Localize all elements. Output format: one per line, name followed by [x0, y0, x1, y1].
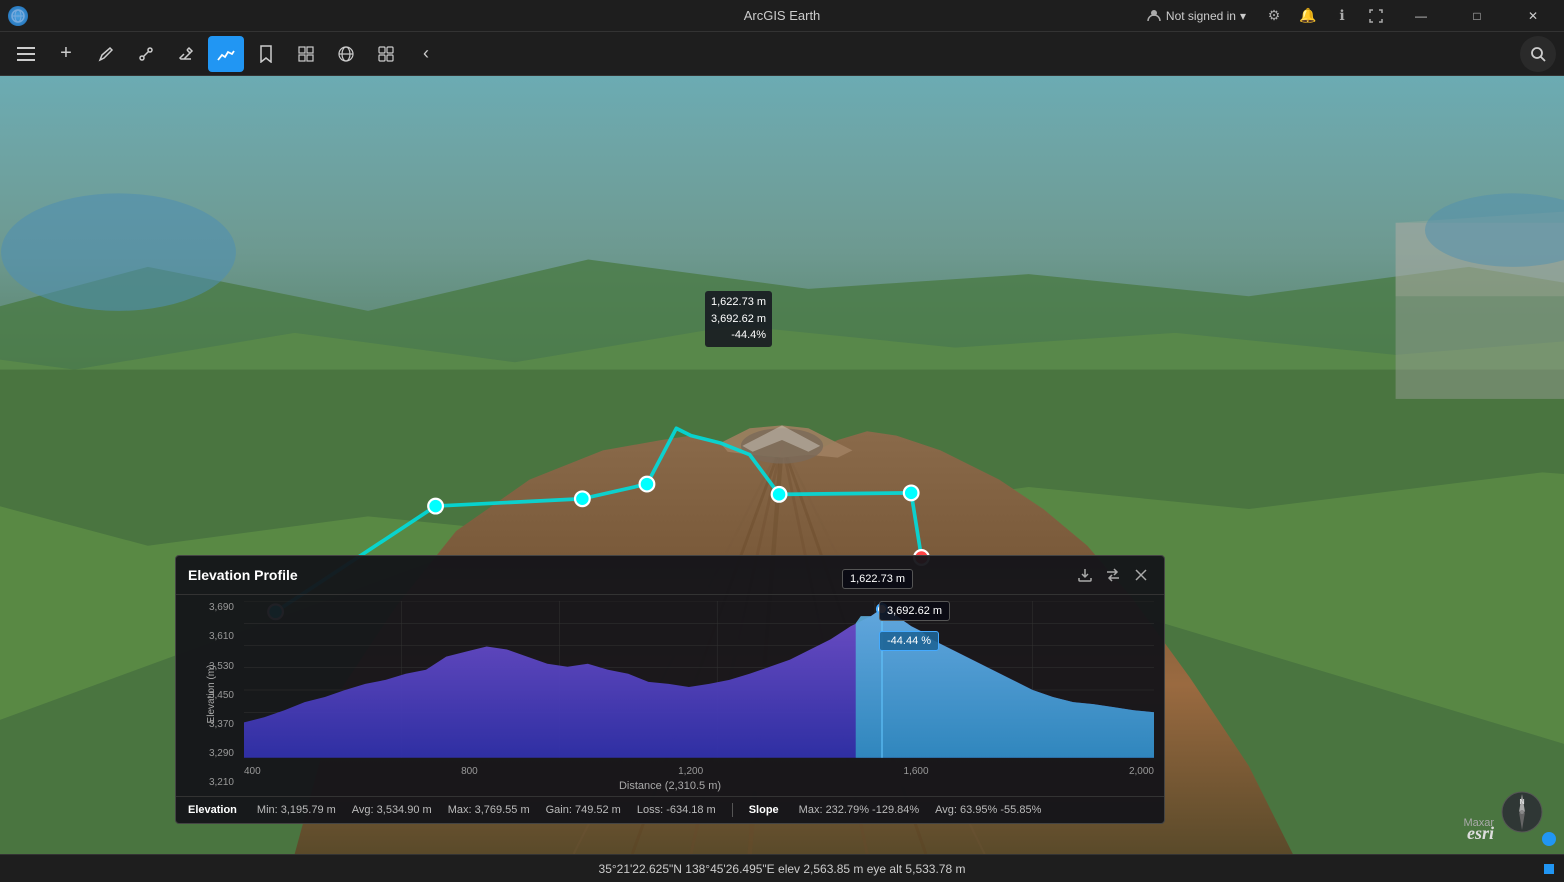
y-label-3: 3,450	[209, 691, 234, 701]
titlebar: ArcGIS Earth Not signed in ▾ ⚙ 🔔 ℹ — □ ✕	[0, 0, 1564, 32]
titlebar-right: Not signed in ▾ ⚙ 🔔 ℹ — □ ✕	[1140, 0, 1556, 32]
chart-tooltip-distance: 1,622.73 m	[842, 569, 913, 589]
status-globe-icon	[1544, 864, 1554, 874]
statusbar: 35°21'22.625"N 138°45'26.495"E elev 2,56…	[0, 854, 1564, 882]
not-signed-in-button[interactable]: Not signed in ▾	[1140, 6, 1252, 26]
y-label-2: 3,530	[209, 662, 234, 672]
maximize-button[interactable]: □	[1454, 0, 1500, 32]
fullscreen-icon[interactable]	[1364, 4, 1388, 28]
compass-rose[interactable]: N	[1500, 790, 1544, 834]
app-icon	[8, 6, 28, 26]
y-label-0: 3,690	[209, 603, 234, 613]
titlebar-left	[8, 6, 28, 26]
menu-button[interactable]	[8, 36, 44, 72]
grid-button[interactable]	[368, 36, 404, 72]
dropdown-arrow: ▾	[1240, 9, 1246, 23]
x-axis-title: Distance (2,310.5 m)	[186, 780, 1154, 792]
export-button[interactable]	[1074, 564, 1096, 586]
slope-avg: Avg: 63.95% -55.85%	[935, 804, 1041, 816]
elevation-panel-header: Elevation Profile	[176, 556, 1164, 595]
app-title: ArcGIS Earth	[744, 8, 821, 23]
notifications-icon[interactable]: 🔔	[1296, 4, 1320, 28]
esri-logo: esri	[1467, 823, 1494, 844]
y-label-6: 3,210	[209, 778, 234, 788]
y-label-4: 3,370	[209, 720, 234, 730]
bookmark-button[interactable]	[248, 36, 284, 72]
y-label-5: 3,290	[209, 749, 234, 759]
x-label-2000: 2,000	[1129, 766, 1154, 777]
elevation-profile-button[interactable]	[208, 36, 244, 72]
map-view[interactable]: 1,622.73 m 3,692.62 m -44.4% N Maxar esr…	[0, 76, 1564, 854]
elevation-loss: Loss: -634.18 m	[637, 804, 716, 816]
x-label-400: 400	[244, 766, 261, 777]
slope-stats-label: Slope	[749, 804, 779, 816]
minimize-button[interactable]: —	[1398, 0, 1444, 32]
close-button[interactable]: ✕	[1510, 0, 1556, 32]
elevation-gain: Gain: 749.52 m	[546, 804, 621, 816]
x-label-1600: 1,600	[904, 766, 929, 777]
settings-icon[interactable]: ⚙	[1262, 4, 1286, 28]
svg-text:N: N	[1519, 799, 1524, 806]
elevation-stats-label: Elevation	[188, 804, 237, 816]
slope-max: Max: 232.79% -129.84%	[799, 804, 919, 816]
draw-button[interactable]	[88, 36, 124, 72]
x-label-1200: 1,200	[678, 766, 703, 777]
not-signed-in-label: Not signed in	[1166, 9, 1236, 23]
chart-tooltip-slope: -44.44 %	[879, 631, 939, 651]
y-label-1: 3,610	[209, 632, 234, 642]
toolbar: + ‹	[0, 32, 1564, 76]
view-button[interactable]	[288, 36, 324, 72]
elevation-stats: Elevation Min: 3,195.79 m Avg: 3,534.90 …	[176, 796, 1164, 823]
elevation-min: Min: 3,195.79 m	[257, 804, 336, 816]
x-label-800: 800	[461, 766, 478, 777]
search-button[interactable]	[1520, 36, 1556, 72]
coordinates-display: 35°21'22.625"N 138°45'26.495"E elev 2,56…	[599, 862, 966, 876]
globe-indicator	[1542, 832, 1556, 846]
globe-view-button[interactable]	[328, 36, 364, 72]
swap-button[interactable]	[1102, 564, 1124, 586]
elevation-panel-title: Elevation Profile	[188, 567, 298, 583]
elevation-profile-panel: Elevation Profile Elevation (m) 3,690	[175, 555, 1165, 824]
chart-tooltip-elevation: 3,692.62 m	[879, 601, 950, 621]
measure-button[interactable]	[128, 36, 164, 72]
collapse-toolbar-button[interactable]: ‹	[408, 36, 444, 72]
info-icon[interactable]: ℹ	[1330, 4, 1354, 28]
erase-button[interactable]	[168, 36, 204, 72]
add-button[interactable]: +	[48, 36, 84, 72]
elevation-max: Max: 3,769.55 m	[448, 804, 530, 816]
stats-separator	[732, 803, 733, 817]
elevation-chart	[244, 601, 1154, 758]
elevation-avg: Avg: 3,534.90 m	[352, 804, 432, 816]
close-elevation-button[interactable]	[1130, 564, 1152, 586]
x-axis-labels: 400 800 1,200 1,600 2,000	[244, 763, 1154, 780]
elevation-panel-controls	[1074, 564, 1152, 586]
